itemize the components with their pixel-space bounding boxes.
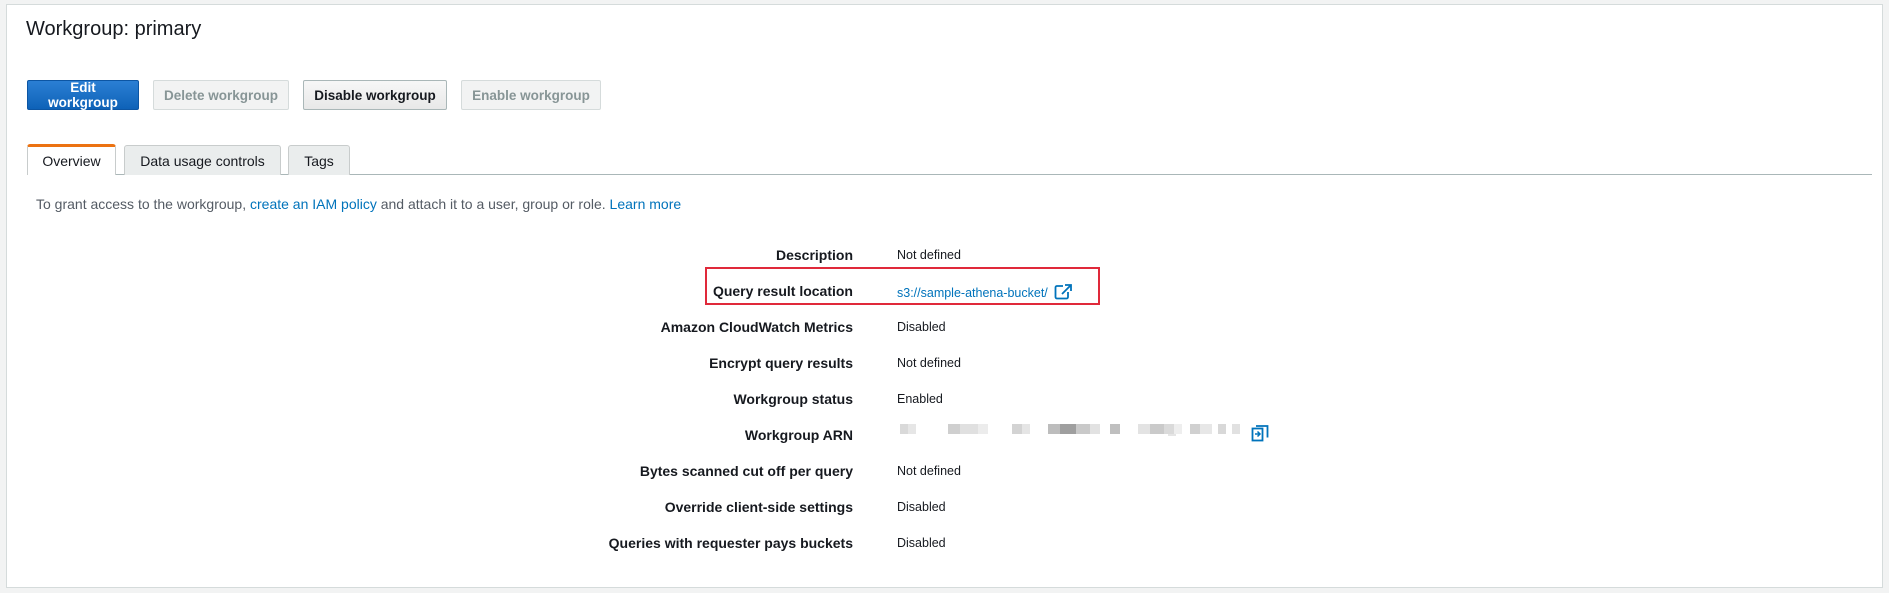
workgroup-arn-redacted bbox=[900, 424, 1240, 436]
workgroup-status-label: Workgroup status bbox=[733, 391, 853, 407]
override-client-settings-value: Disabled bbox=[897, 500, 946, 514]
bytes-scanned-cutoff-label: Bytes scanned cut off per query bbox=[639, 463, 853, 479]
query-result-location-label: Query result location bbox=[712, 283, 853, 299]
encrypt-query-results-value: Not defined bbox=[897, 356, 961, 370]
external-link-icon[interactable] bbox=[1054, 284, 1072, 300]
cloudwatch-metrics-label: Amazon CloudWatch Metrics bbox=[660, 319, 853, 335]
copy-icon[interactable] bbox=[1251, 424, 1269, 442]
description-value: Not defined bbox=[897, 248, 961, 262]
query-result-location-link[interactable]: s3://sample-athena-bucket/ bbox=[897, 286, 1048, 300]
override-client-settings-label: Override client-side settings bbox=[664, 499, 853, 515]
workgroup-panel: Workgroup: primary Edit workgroup Delete… bbox=[6, 4, 1883, 588]
query-result-location-value: s3://sample-athena-bucket/ bbox=[897, 284, 1072, 300]
encrypt-query-results-label: Encrypt query results bbox=[709, 355, 853, 371]
requester-pays-value: Disabled bbox=[897, 536, 946, 550]
workgroup-arn-label: Workgroup ARN bbox=[744, 427, 853, 443]
bytes-scanned-cutoff-value: Not defined bbox=[897, 464, 961, 478]
workgroup-details: Description Not defined Query result loc… bbox=[7, 5, 1882, 587]
workgroup-status-value: Enabled bbox=[897, 392, 943, 406]
description-label: Description bbox=[775, 247, 853, 263]
cloudwatch-metrics-value: Disabled bbox=[897, 320, 946, 334]
requester-pays-label: Queries with requester pays buckets bbox=[608, 535, 853, 551]
